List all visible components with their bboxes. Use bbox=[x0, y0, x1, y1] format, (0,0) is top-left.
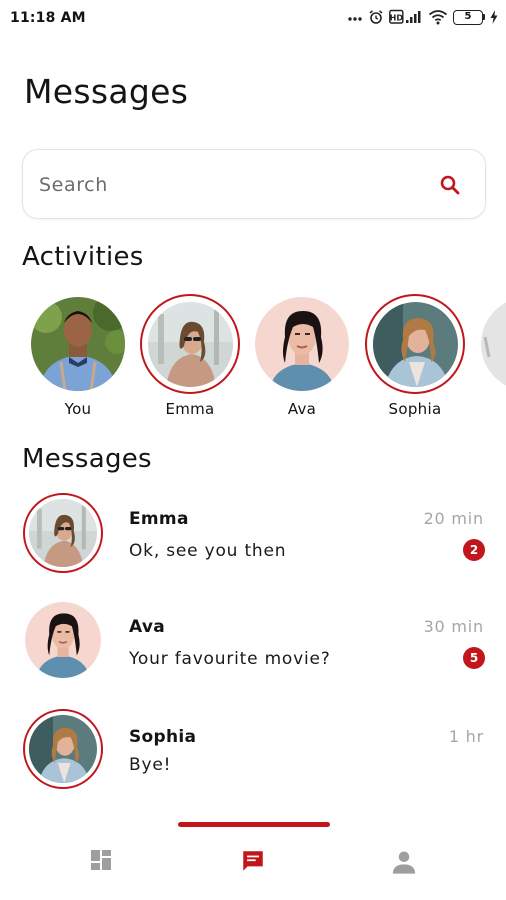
activities-title: Activities bbox=[22, 242, 144, 272]
avatar bbox=[252, 294, 352, 394]
search-input[interactable] bbox=[39, 170, 419, 200]
activities-strip[interactable]: You Emma Ava Sophia bbox=[0, 294, 506, 424]
activity-item-ava[interactable]: Ava bbox=[252, 294, 352, 418]
message-sender: Ava bbox=[129, 617, 166, 637]
message-sender: Emma bbox=[129, 509, 189, 529]
message-preview: Ok, see you then bbox=[129, 541, 287, 561]
message-item-sophia[interactable]: Sophia Bye! 1 hr bbox=[0, 706, 506, 802]
activity-item-you[interactable]: You bbox=[28, 294, 128, 418]
chat-icon bbox=[243, 851, 263, 871]
message-item-ava[interactable]: Ava Your favourite movie? 30 min 5 bbox=[0, 598, 506, 694]
battery-level: 5 bbox=[464, 11, 472, 22]
message-sender: Sophia bbox=[129, 727, 197, 747]
alarm-icon bbox=[369, 10, 383, 24]
message-time: 1 hr bbox=[448, 727, 484, 746]
search-icon[interactable] bbox=[439, 174, 461, 196]
wifi-icon bbox=[428, 10, 448, 25]
person-icon bbox=[392, 851, 416, 874]
search-box[interactable] bbox=[22, 149, 486, 219]
activity-name: You bbox=[64, 400, 92, 418]
status-bar: 11:18 AM HD 5 bbox=[0, 0, 506, 36]
avatar bbox=[365, 294, 465, 394]
avatar bbox=[28, 294, 128, 394]
charging-icon bbox=[490, 10, 498, 24]
unread-badge: 5 bbox=[463, 647, 485, 669]
activity-name: Emma bbox=[165, 400, 215, 418]
bottom-navigation bbox=[0, 818, 506, 900]
nav-tab-profile[interactable] bbox=[390, 848, 418, 880]
message-preview: Bye! bbox=[129, 755, 172, 775]
message-time: 20 min bbox=[423, 509, 484, 528]
dashboard-icon bbox=[91, 850, 111, 870]
more-dots-icon bbox=[348, 17, 362, 21]
message-time: 30 min bbox=[423, 617, 484, 636]
nav-tab-messages[interactable] bbox=[240, 848, 266, 878]
avatar bbox=[140, 294, 240, 394]
avatar bbox=[23, 709, 103, 789]
activity-name: Ava bbox=[287, 400, 317, 418]
message-preview: Your favourite movie? bbox=[129, 649, 331, 669]
page-title: Messages bbox=[24, 72, 189, 111]
active-tab-indicator bbox=[178, 822, 330, 827]
svg-text:HD: HD bbox=[390, 14, 404, 23]
avatar bbox=[478, 294, 506, 394]
activity-item-partial[interactable] bbox=[478, 294, 506, 394]
status-time: 11:18 AM bbox=[10, 10, 86, 26]
activity-item-emma[interactable]: Emma bbox=[140, 294, 240, 418]
hd-signal-icon: HD bbox=[389, 9, 421, 24]
nav-tab-dashboard[interactable] bbox=[89, 848, 113, 876]
messages-section-title: Messages bbox=[22, 444, 152, 474]
battery-indicator: 5 bbox=[453, 9, 485, 25]
avatar bbox=[23, 493, 103, 573]
status-icons: HD 5 bbox=[347, 9, 498, 25]
activity-name: Sophia bbox=[388, 400, 442, 418]
unread-badge: 2 bbox=[463, 539, 485, 561]
message-item-emma[interactable]: Emma Ok, see you then 20 min 2 bbox=[0, 490, 506, 586]
avatar bbox=[23, 600, 103, 680]
activity-item-sophia[interactable]: Sophia bbox=[365, 294, 465, 418]
